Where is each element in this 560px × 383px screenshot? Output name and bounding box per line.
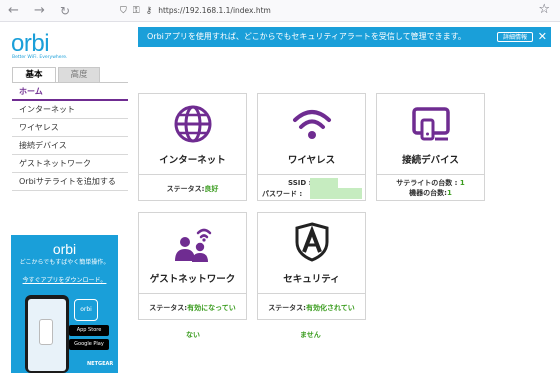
security-status-label: ステータス: [268,304,306,312]
address-bar[interactable]: ⛉ ⚿ ⚷ https://192.168.1.1/index.htm [120,3,271,19]
phone-screen [28,299,66,371]
internet-status-label: ステータス: [166,185,205,193]
internet-card[interactable]: インターネット ステータス:良好 [138,93,247,201]
back-arrow-icon[interactable]: ← [8,3,19,19]
close-icon[interactable]: ✕ [538,27,547,47]
orbi-unit-image [39,319,53,345]
satellites-value: 1 [459,179,465,187]
sidebar-item-internet[interactable]: インターネット [12,101,128,119]
banner-text: Orbiアプリを使用すれば、どこからでもセキュリティアラートを受信して管理できま… [147,32,466,41]
guest-status-value: 有効になってい [187,304,236,312]
card-divider [139,293,246,294]
orbi-app-tile: orbi [74,299,98,321]
phone-image [25,295,69,373]
devices-label: 機器の台数: [409,189,447,197]
satellites-label: サテライトの台数 : [396,179,458,187]
card-divider [139,174,246,175]
netgear-logo: NETGEAR [87,361,114,367]
ssid-redacted-block [310,178,338,188]
key-icon: ⚷ [145,6,153,16]
security-status-overflow: ません [300,331,321,339]
card-divider [377,174,484,175]
card-divider [258,293,365,294]
devices-title: 接続デバイス [402,155,459,166]
app-promo-banner: Orbiアプリを使用すれば、どこからでもセキュリティアラートを受信して管理できま… [138,27,551,47]
ad-text: どこからでもすばやく簡単操作。 [19,259,110,266]
detail-button[interactable]: 詳細情報 [496,32,533,42]
app-download-ad[interactable]: orbi どこからでもすばやく簡単操作。 今すぐアプリをダウンロード。 orbi… [11,235,118,373]
guest-status-overflow: ない [186,331,200,339]
sidebar-item-guest-network[interactable]: ゲストネットワーク [12,155,128,173]
forward-arrow-icon[interactable]: → [34,3,45,19]
sidebar-item-home[interactable]: ホーム [12,83,128,101]
security-status-value: 有効化されてい [306,304,355,312]
reload-icon[interactable]: ↻ [60,3,70,19]
google-play-badge[interactable]: Google Play [69,339,109,350]
browser-toolbar: ← → ↻ ⛉ ⚿ ⚷ https://192.168.1.1/index.htm ☆ [0,0,560,22]
sidebar-item-add-satellite[interactable]: Orbiサテライトを追加する [12,173,128,191]
orbi-logo: orbi [11,30,50,57]
devices-card[interactable]: 接続デバイス サテライトの台数 : 1 機器の台数:1 [376,93,485,201]
satellites-row: サテライトの台数 : 1 [377,178,484,188]
url-text: https://192.168.1.1/index.htm [158,6,271,15]
wireless-title: ワイヤレス [287,155,336,166]
lock-icon: ⚿ [132,6,140,16]
wifi-icon [258,106,365,142]
bookmark-star-icon[interactable]: ☆ [538,2,550,17]
card-divider [258,174,365,175]
guest-users-icon [139,223,246,263]
ad-download-link[interactable]: 今すぐアプリをダウンロード。 [15,277,114,285]
guest-status-label: ステータス: [149,304,188,312]
orbi-tagline: Better WiFi. Everywhere. [12,55,68,60]
tab-advanced[interactable]: 高度 [58,67,100,82]
security-shield-icon [258,222,365,262]
internet-status-value: 良好 [204,185,219,193]
globe-icon [139,104,246,144]
guest-status: ステータス:有効になってい [139,303,246,313]
shield-icon: ⛉ [120,6,127,16]
internet-status: ステータス:良好 [139,184,246,194]
password-redacted-block [310,188,362,199]
security-title: セキュリティ [283,274,340,285]
devices-value: 1 [446,189,452,197]
ad-orbi-logo: orbi [52,241,77,257]
sidebar-item-devices[interactable]: 接続デバイス [12,137,128,155]
devices-row: 機器の台数:1 [377,188,484,198]
app-store-badge[interactable]: App Store [69,325,109,336]
security-card[interactable]: セキュリティ ステータス:有効化されてい [257,212,366,320]
sidebar-item-wireless[interactable]: ワイヤレス [12,119,128,137]
security-status: ステータス:有効化されてい [258,303,365,313]
guest-title: ゲストネットワーク [149,274,236,285]
devices-icon [377,106,484,142]
wireless-card[interactable]: ワイヤレス SSID : パスワード : [257,93,366,201]
internet-title: インターネット [159,155,226,166]
guest-network-card[interactable]: ゲストネットワーク ステータス:有効になってい [138,212,247,320]
tab-basic[interactable]: 基本 [12,67,56,82]
sidebar-menu: ホーム インターネット ワイヤレス 接続デバイス ゲストネットワーク Orbiサ… [12,83,128,191]
